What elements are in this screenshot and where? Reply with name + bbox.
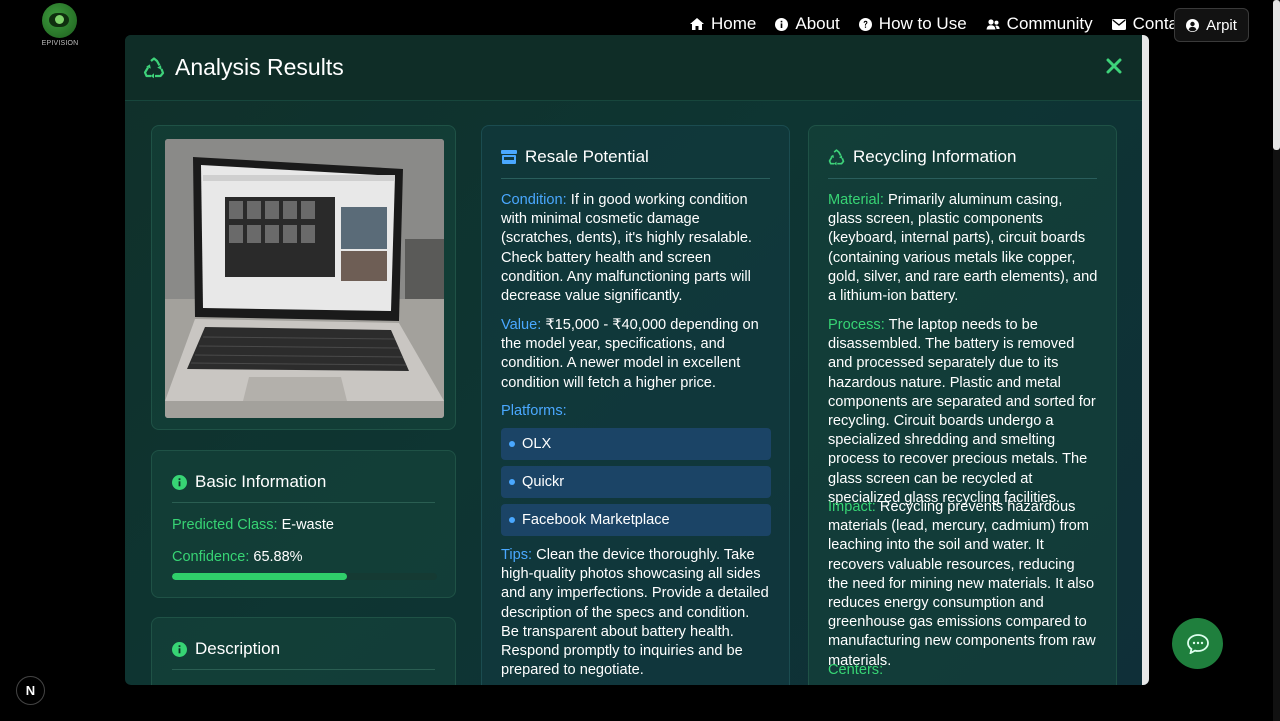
modal-scrollbar[interactable]: [1142, 35, 1149, 685]
site-logo[interactable]: EPIVISION: [40, 3, 80, 49]
description-title: Description: [195, 639, 281, 658]
predicted-class: Predicted Class: E-waste: [172, 517, 334, 533]
n-badge-button[interactable]: N: [16, 676, 45, 705]
recycle-icon: [828, 148, 845, 166]
description-card: Description: [151, 617, 456, 685]
recycling-information-card: Recycling Information Material: Primaril…: [808, 125, 1117, 685]
recycling-process: Process: The laptop needs to be disassem…: [828, 317, 1096, 506]
info-circle-icon: [172, 474, 187, 490]
info-icon: [775, 17, 789, 31]
platform-item-quickr: Quickr: [501, 466, 771, 498]
page-scrollbar[interactable]: [1273, 0, 1280, 721]
main-nav: Home About How to Use Community Contact: [690, 14, 1210, 34]
chat-button[interactable]: [1172, 618, 1223, 669]
nav-how-to-use-link[interactable]: How to Use: [858, 14, 967, 34]
nav-community-link[interactable]: Community: [986, 14, 1093, 34]
recycle-icon: [143, 56, 165, 79]
analysis-results-modal: Analysis Results Basic Information Predi…: [125, 35, 1149, 685]
user-account-button[interactable]: Arpit: [1174, 8, 1249, 42]
platform-item-facebook-marketplace: Facebook Marketplace: [501, 504, 771, 536]
page-scrollbar-thumb[interactable]: [1273, 0, 1280, 150]
chat-bubble-icon: [1186, 633, 1209, 654]
close-icon: [1106, 58, 1122, 74]
platform-item-olx: OLX: [501, 428, 771, 460]
envelope-icon: [1111, 18, 1126, 30]
question-icon: [858, 17, 872, 31]
close-modal-button[interactable]: [1105, 57, 1123, 75]
resale-value: Value: ₹15,000 - ₹40,000 depending on th…: [501, 317, 759, 391]
recycling-material: Material: Primarily aluminum casing, gla…: [828, 192, 1098, 305]
recycling-centers: Centers:: [828, 662, 884, 678]
resale-platforms-label: Platforms:: [501, 403, 567, 419]
modal-title: Analysis Results: [143, 54, 344, 81]
info-circle-icon: [172, 641, 187, 657]
confidence: Confidence: 65.88%: [172, 549, 303, 565]
resale-tips: Tips: Clean the device thoroughly. Take …: [501, 547, 769, 679]
user-circle-icon: [1186, 18, 1200, 32]
uploaded-image-card: [151, 125, 456, 430]
uploaded-laptop-photo: [165, 139, 444, 418]
resale-condition: Condition: If in good working condition …: [501, 192, 752, 305]
nav-about-link[interactable]: About: [775, 14, 840, 34]
modal-scrollbar-thumb[interactable]: [1142, 35, 1149, 685]
home-icon: [690, 18, 704, 30]
store-icon: [501, 150, 517, 164]
users-icon: [986, 18, 1000, 30]
basic-information-card: Basic Information Predicted Class: E-wast…: [151, 450, 456, 598]
logo-text: EPIVISION: [41, 40, 79, 47]
modal-header: Analysis Results: [125, 35, 1149, 101]
resale-potential-title: Resale Potential: [525, 147, 649, 166]
resale-potential-card: Resale Potential Condition: If in good w…: [481, 125, 790, 685]
confidence-progress-bar: [172, 573, 437, 580]
recycling-impact: Impact: Recycling prevents hazardous mat…: [828, 499, 1096, 669]
confidence-progress-fill: [172, 573, 347, 580]
recycling-information-title: Recycling Information: [853, 147, 1017, 166]
basic-information-title: Basic Information: [195, 472, 327, 491]
nav-home-link[interactable]: Home: [690, 14, 756, 34]
